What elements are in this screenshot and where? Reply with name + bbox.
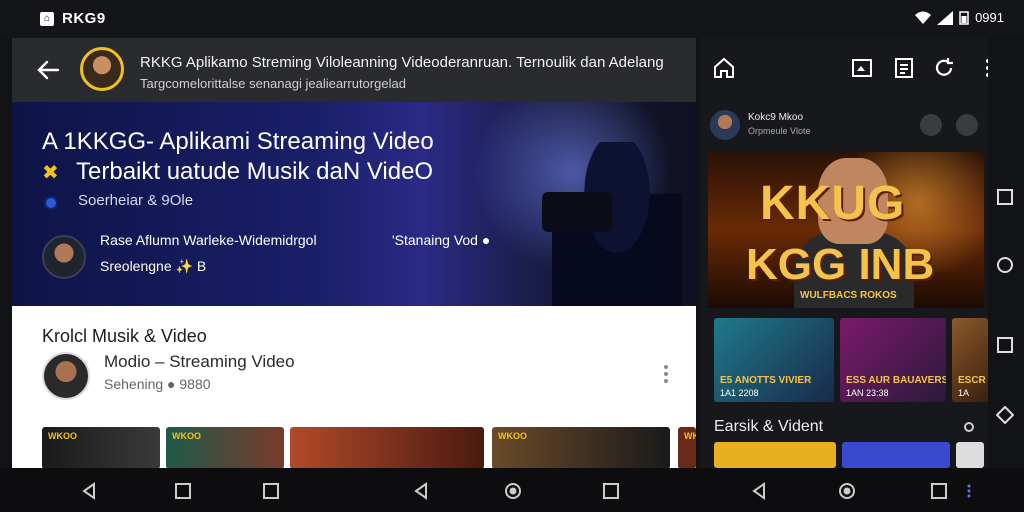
signal-icon [937,10,954,25]
back-icon[interactable] [80,482,98,500]
back-icon[interactable] [750,482,768,500]
page-title: RKKG Aplikamo Streming Viloleanning Vide… [140,54,664,71]
video-thumbnail[interactable] [714,442,836,468]
thumbnail-date: 1A [958,388,970,398]
diamond-icon[interactable] [996,406,1014,424]
app-badge-icon: ⌂ [40,11,54,26]
more-vert-icon[interactable] [976,56,988,80]
battery-icon [959,10,969,25]
thumbnail-date: 1A1 2208 [720,388,759,398]
banner-title: KKUG [760,177,906,230]
video-card[interactable]: Krolcl Musik & Video Modio – Streaming V… [12,306,696,468]
status-indicators: 0991 [915,10,1004,25]
recents-icon[interactable] [602,482,620,500]
back-icon[interactable] [412,482,430,500]
card-meta: Sehening ● 9880 [104,376,211,392]
channel-avatar[interactable] [42,235,86,279]
channel-avatar[interactable] [710,110,740,140]
square-icon[interactable] [996,336,1014,354]
side-toolbar [700,38,988,100]
camera-image [542,192,612,232]
banner-title-2: KGG INB [746,240,935,289]
system-side-rail [988,38,1024,468]
thumbnail-title: E5 ANOTTS VIVIER [720,375,812,386]
page-subtitle: Targcomelorittalse senanagi jealiearruto… [140,76,406,91]
status-app: ⌂ RKG9 [40,10,106,27]
avatar[interactable] [80,47,124,91]
status-bar: ⌂ RKG9 0991 [0,0,1024,38]
clock: 0991 [975,10,1004,25]
thumbnail[interactable]: WKOO [42,427,160,468]
streaming-tag: 'Stanaing Vod ● [392,232,491,248]
thumbnail-date: 1AN 23:38 [846,388,889,398]
card-title: Krolcl Musik & Video [42,326,207,346]
square-icon[interactable] [996,188,1014,206]
channel-subtitle: Orpmeule Vlote [748,126,811,136]
recents-icon[interactable] [262,482,280,500]
video-thumbnail[interactable] [842,442,950,468]
thumbnail-row: WKOO WKOO WKOO WKOO [42,427,696,468]
channel-name[interactable]: Kokc9 Mkoo [748,112,803,123]
square-icon[interactable] [174,482,192,500]
app-name: RKG9 [62,10,106,27]
circle-icon[interactable] [996,256,1014,274]
video-thumbnail[interactable]: ESCR 1A [952,318,988,402]
thumbnail-title: ESS AUR BAUAVERS [846,375,946,386]
picture-in-picture-icon[interactable] [850,56,874,80]
side-pane: Kokc9 Mkoo Orpmeule Vlote KKUG KGG INB W… [700,38,988,468]
refresh-icon[interactable] [932,56,956,80]
section-title: Earsik & Vident [714,418,824,435]
wifi-icon [915,11,932,24]
save-icon[interactable] [956,114,978,136]
card-subtitle: Modio – Streaming Video [104,352,295,371]
thumbnail[interactable]: WKOO [166,427,284,468]
video-thumbnail[interactable]: E5 ANOTTS VIVIER 1A1 2208 [714,318,834,402]
hero-banner[interactable]: A 1KKGG- Aplikami Streaming Video ✖ Terb… [12,102,696,306]
settings-icon[interactable] [962,420,976,434]
thumbnail[interactable]: WKOO [492,427,670,468]
playlist-icon[interactable] [892,56,916,80]
screen: ⌂ RKG9 0991 RKKG Aplikamo Streming Vilol… [0,0,1024,512]
recents-icon[interactable] [930,482,948,500]
card-avatar[interactable] [42,352,90,400]
home-circle-icon[interactable] [838,482,856,500]
globe-icon [44,196,58,210]
hero-title-line2: Terbaikt uatude Musik daN VideO [76,158,434,185]
more-vert-icon[interactable] [658,362,674,386]
hero-subtitle: Soerheiar & 9Ole [78,192,194,209]
back-arrow-icon[interactable] [34,56,62,84]
thumbnail-title: ESCR [958,375,986,386]
close-mark-icon: ✖ [42,162,59,184]
thumbnail[interactable]: WKOO [678,427,696,468]
thumbnail[interactable] [290,427,484,468]
more-vert-icon[interactable] [966,482,972,500]
download-icon[interactable] [920,114,942,136]
top-app-bar: RKKG Aplikamo Streming Viloleanning Vide… [12,38,696,102]
hero-title-line1: A 1KKGG- Aplikami Streaming Video [42,128,434,155]
channel-meta: Sreolengne ✨ B [100,258,207,274]
home-icon[interactable] [712,56,736,80]
home-circle-icon[interactable] [504,482,522,500]
featured-banner[interactable]: KKUG KGG INB WULFBACS ROKOS [708,152,984,308]
channel-name[interactable]: Rase Aflumn Warleke-Widemidrgol [100,232,317,248]
banner-subtitle: WULFBACS ROKOS [800,290,897,301]
video-thumbnail[interactable] [956,442,984,468]
navigation-bar [0,468,1024,512]
main-pane: RKKG Aplikamo Streming Viloleanning Vide… [12,38,696,468]
video-thumbnail[interactable]: ESS AUR BAUAVERS 1AN 23:38 [840,318,946,402]
